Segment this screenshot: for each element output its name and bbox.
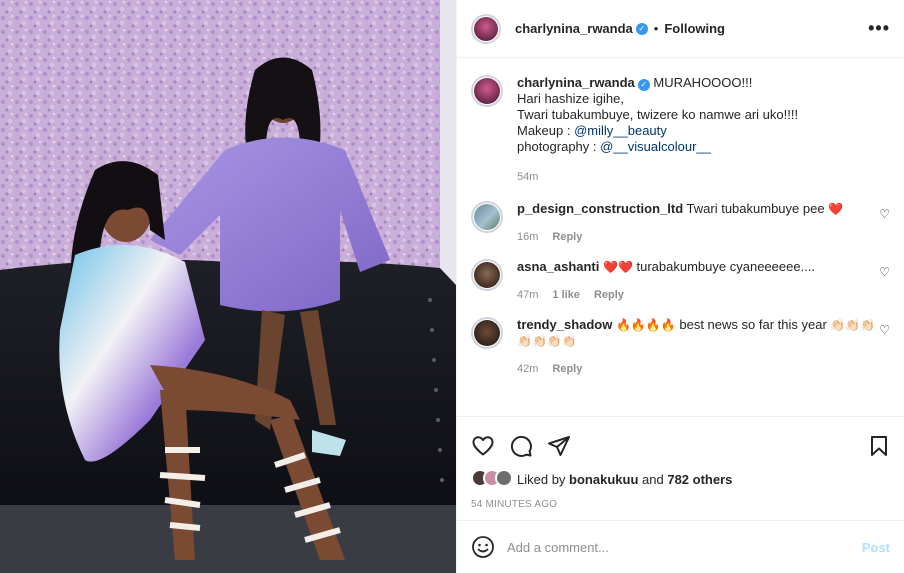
makeup-prefix: Makeup : <box>517 123 575 138</box>
caption-time[interactable]: 54m <box>517 169 538 185</box>
photography-prefix: photography : <box>517 139 601 154</box>
comment-item: p_design_construction_ltd Twari tubakumb… <box>471 201 890 245</box>
red-heart-emoji: ❤️❤️ <box>603 260 633 274</box>
caption-line-2: Hari hashize igihe, <box>517 91 624 106</box>
comment-time[interactable]: 42m <box>517 361 538 377</box>
post-header: charlynina_rwanda ✓ • Following ••• <box>457 0 904 58</box>
likes-count[interactable]: 782 others <box>667 472 732 487</box>
reply-button[interactable]: Reply <box>552 361 582 377</box>
post-photo[interactable] <box>0 0 456 573</box>
caption: charlynina_rwanda ✓ MURAHOOOO!!! Hari has… <box>471 75 890 185</box>
comment-text: best news so far this year <box>679 317 827 332</box>
verified-badge-icon: ✓ <box>635 22 648 35</box>
caption-avatar[interactable] <box>471 75 503 107</box>
reply-button[interactable]: Reply <box>594 287 624 303</box>
comment-bubble-icon[interactable] <box>509 434 533 458</box>
comment-time[interactable]: 16m <box>517 229 538 245</box>
comment-text: turabakumbuye cyaneeeeee.... <box>636 259 816 274</box>
post-comment-button[interactable]: Post <box>862 540 890 555</box>
comment-username[interactable]: p_design_construction_ltd <box>517 201 683 216</box>
photography-mention-link[interactable]: @__visualcolour__ <box>600 139 711 154</box>
comments-list[interactable]: charlynina_rwanda ✓ MURAHOOOO!!! Hari has… <box>457 59 904 416</box>
instagram-post-modal: charlynina_rwanda ✓ • Following ••• char… <box>0 0 904 573</box>
liked-by-middle: and <box>642 471 664 487</box>
like-comment-heart-icon[interactable]: ♡ <box>879 265 890 279</box>
comment-item: asna_ashanti ❤️❤️ turabakumbuye cyaneeee… <box>471 259 890 303</box>
post-timestamp[interactable]: 54 MINUTES AGO <box>457 489 904 510</box>
commenter-avatar[interactable] <box>471 201 503 233</box>
clapping-emoji: 👏🏻👏🏻👏🏻 <box>830 318 876 332</box>
commenter-avatar[interactable] <box>471 259 503 291</box>
caption-username[interactable]: charlynina_rwanda <box>517 75 635 90</box>
verified-badge-icon: ✓ <box>637 79 650 91</box>
fire-emoji: 🔥🔥🔥🔥 <box>615 318 676 332</box>
header-separator: • <box>653 21 659 36</box>
liked-by-user[interactable]: bonakukuu <box>569 472 638 487</box>
liked-by-prefix: Liked by <box>517 471 566 487</box>
comment-likes-count[interactable]: 1 like <box>552 287 580 303</box>
add-comment-bar: Post <box>457 520 904 573</box>
liker-avatar <box>495 469 513 487</box>
add-comment-input[interactable] <box>507 539 862 555</box>
author-username[interactable]: charlynina_rwanda <box>515 21 633 36</box>
clapping-emoji: 👏🏻👏🏻👏🏻👏🏻 <box>517 334 577 348</box>
comment-username[interactable]: trendy_shadow <box>517 317 612 332</box>
caption-line-1: MURAHOOOO!!! <box>653 75 753 90</box>
photo-illustration <box>0 0 456 573</box>
author-avatar[interactable] <box>471 13 501 44</box>
caption-line-3: Twari tubakumbuye, twizere ko namwe ari … <box>517 107 799 122</box>
likes-summary: Liked by bonakukuu and 782 others <box>457 463 904 489</box>
liker-avatars[interactable] <box>471 469 517 489</box>
comment-item: trendy_shadow 🔥🔥🔥🔥 best news so far this… <box>471 317 890 377</box>
red-heart-emoji: ❤️ <box>828 202 844 216</box>
makeup-mention-link[interactable]: @milly__beauty <box>574 123 667 138</box>
action-icon-bar <box>457 417 904 463</box>
like-comment-heart-icon[interactable]: ♡ <box>879 207 890 221</box>
following-button[interactable]: Following <box>664 21 725 36</box>
like-heart-icon[interactable] <box>471 434 495 458</box>
caption-body: charlynina_rwanda ✓ MURAHOOOO!!! Hari has… <box>517 75 890 185</box>
reply-button[interactable]: Reply <box>552 229 582 245</box>
save-bookmark-icon[interactable] <box>868 434 890 458</box>
comment-text: Twari tubakumbuye pee <box>686 201 825 216</box>
emoji-picker-icon[interactable] <box>471 535 495 559</box>
commenter-avatar[interactable] <box>471 317 503 349</box>
share-paper-plane-icon[interactable] <box>547 434 571 458</box>
post-side-panel: charlynina_rwanda ✓ • Following ••• char… <box>456 0 904 573</box>
more-options-icon[interactable]: ••• <box>868 18 890 39</box>
like-comment-heart-icon[interactable]: ♡ <box>879 323 890 337</box>
comment-username[interactable]: asna_ashanti <box>517 259 599 274</box>
comment-time[interactable]: 47m <box>517 287 538 303</box>
